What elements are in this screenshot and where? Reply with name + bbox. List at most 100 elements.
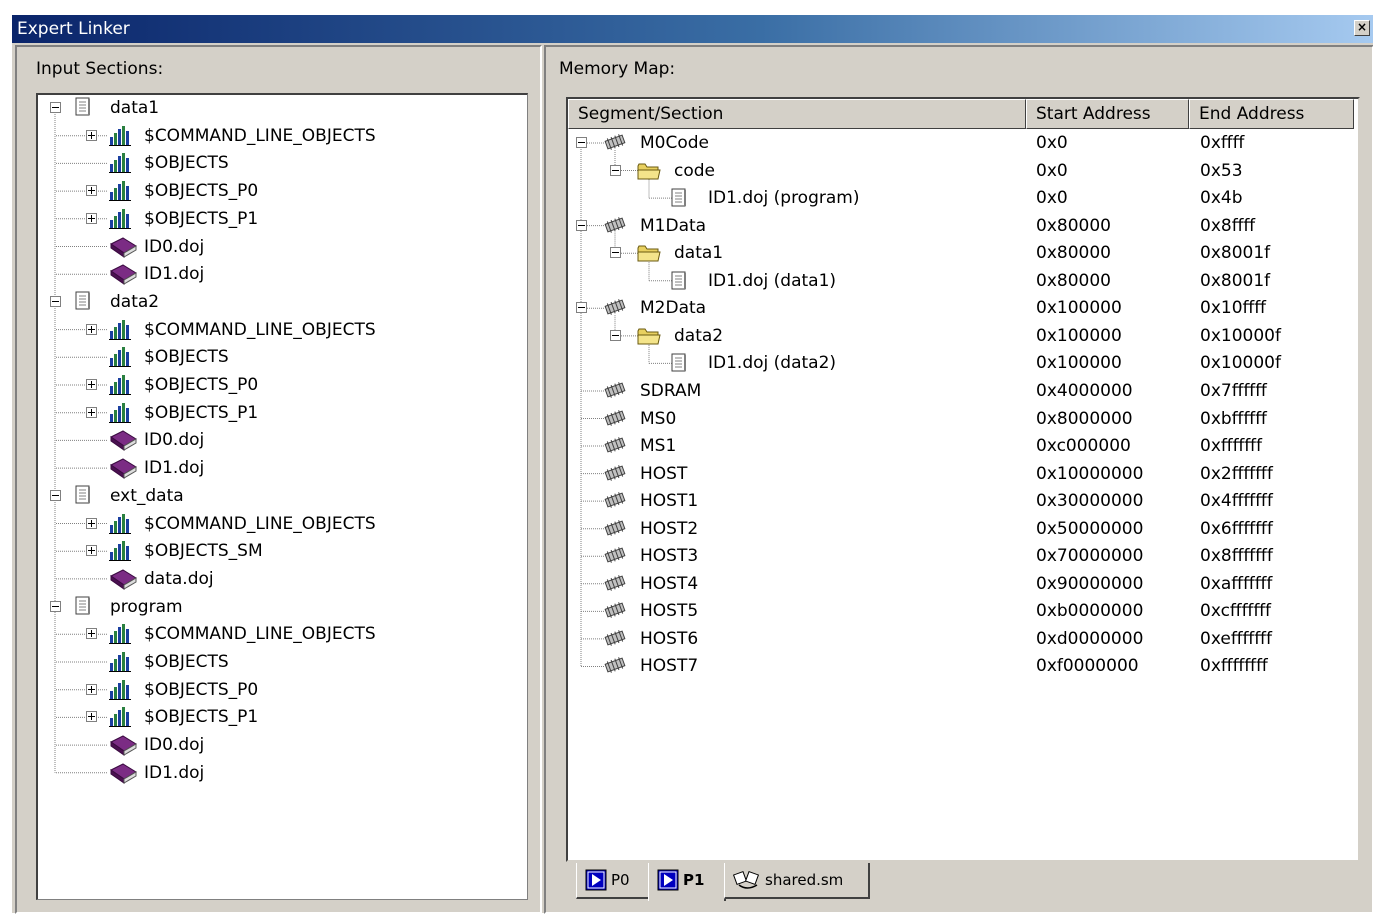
memory-map-row[interactable]: HOST7 0xf0000000 0xffffffff bbox=[568, 655, 1354, 681]
tree-node-label: ID1.doj bbox=[144, 762, 205, 783]
collapse-icon[interactable] bbox=[576, 137, 587, 148]
memory-map-row[interactable]: MS1 0xc000000 0xfffffff bbox=[568, 435, 1354, 461]
title-bar[interactable]: Expert Linker × bbox=[12, 15, 1373, 43]
tree-node-object[interactable]: $OBJECTS_P0 bbox=[38, 180, 518, 206]
tree-node-label: ID0.doj bbox=[144, 430, 205, 451]
memory-map-row[interactable]: ID1.doj (data2) 0x100000 0x10000f bbox=[568, 352, 1354, 378]
tree-node-label: $COMMAND_LINE_OBJECTS bbox=[144, 513, 376, 534]
end-address: 0x8001f bbox=[1200, 270, 1271, 291]
expand-icon[interactable] bbox=[86, 129, 97, 141]
column-header-end-address[interactable]: End Address bbox=[1189, 99, 1354, 129]
expand-icon[interactable] bbox=[86, 545, 97, 557]
column-header-start-address[interactable]: Start Address bbox=[1026, 99, 1189, 129]
memory-map-row[interactable]: HOST2 0x50000000 0x6fffffff bbox=[568, 518, 1354, 544]
memory-map-row[interactable]: HOST3 0x70000000 0x8fffffff bbox=[568, 545, 1354, 571]
tree-node-label: $OBJECTS_P0 bbox=[144, 375, 259, 395]
collapse-icon[interactable] bbox=[610, 329, 621, 341]
tree-node-object[interactable]: $COMMAND_LINE_OBJECTS bbox=[38, 125, 518, 151]
expand-icon[interactable] bbox=[86, 628, 97, 640]
expand-icon[interactable] bbox=[86, 406, 97, 418]
tree-node-section[interactable]: data1 bbox=[38, 97, 518, 123]
memory-map-row[interactable]: MS0 0x8000000 0xbffffff bbox=[568, 408, 1354, 434]
memory-map-row[interactable]: SDRAM 0x4000000 0x7ffffff bbox=[568, 380, 1354, 406]
expand-icon[interactable] bbox=[86, 185, 97, 197]
expand-icon[interactable] bbox=[86, 711, 97, 723]
tab-shared-sm[interactable]: shared.sm bbox=[724, 863, 870, 899]
expand-icon[interactable] bbox=[86, 323, 97, 335]
memory-map-row[interactable]: HOST4 0x90000000 0xafffffff bbox=[568, 573, 1354, 599]
memory-map-row[interactable]: data2 0x100000 0x10000f bbox=[568, 325, 1354, 351]
tree-node-object[interactable]: $OBJECTS bbox=[38, 651, 518, 677]
memory-map-row[interactable]: ID1.doj (data1) 0x80000 0x8001f bbox=[568, 270, 1354, 296]
tree-node-section[interactable]: ext_data bbox=[38, 485, 518, 511]
document-icon bbox=[74, 291, 92, 315]
segment-name: HOST5 bbox=[640, 601, 699, 622]
tree-node-object[interactable]: $OBJECTS_P0 bbox=[38, 374, 518, 400]
tree-node-label: ext_data bbox=[110, 485, 184, 506]
start-address: 0x80000 bbox=[1036, 215, 1111, 236]
tree-node-object[interactable]: ID0.doj bbox=[38, 734, 518, 760]
memory-map-row[interactable]: HOST5 0xb0000000 0xcfffffff bbox=[568, 600, 1354, 626]
memory-chip-icon bbox=[602, 409, 628, 431]
book-icon bbox=[108, 568, 138, 594]
collapse-icon[interactable] bbox=[50, 600, 61, 612]
tree-node-object[interactable]: ID1.doj bbox=[38, 762, 518, 788]
tab-p0[interactable]: P0 bbox=[576, 863, 650, 899]
end-address: 0xfffffff bbox=[1200, 436, 1262, 457]
start-address: 0xd0000000 bbox=[1036, 628, 1144, 649]
memory-map-row[interactable]: code 0x0 0x53 bbox=[568, 160, 1354, 186]
segment-name: ID1.doj (data2) bbox=[708, 353, 837, 374]
collapse-icon[interactable] bbox=[610, 164, 621, 176]
memory-chip-icon bbox=[602, 519, 628, 541]
tree-node-label: $OBJECTS_P1 bbox=[144, 208, 259, 229]
tree-node-object[interactable]: ID0.doj bbox=[38, 429, 518, 455]
tree-node-object[interactable]: data.doj bbox=[38, 568, 518, 594]
tree-node-object[interactable]: $COMMAND_LINE_OBJECTS bbox=[38, 319, 518, 345]
bar-chart-icon bbox=[108, 402, 132, 428]
bar-chart-icon bbox=[108, 540, 132, 566]
memory-map-row[interactable]: M2Data 0x100000 0x10ffff bbox=[568, 297, 1354, 323]
tree-node-object[interactable]: $OBJECTS bbox=[38, 346, 518, 372]
expand-icon[interactable] bbox=[86, 212, 97, 224]
memory-map-row[interactable]: M0Code 0x0 0xffff bbox=[568, 132, 1354, 158]
collapse-icon[interactable] bbox=[610, 247, 621, 259]
tree-node-object[interactable]: ID1.doj bbox=[38, 457, 518, 483]
memory-map-list[interactable]: Segment/Section Start Address End Address … bbox=[566, 97, 1360, 862]
tree-node-section[interactable]: program bbox=[38, 596, 518, 622]
memory-map-row[interactable]: HOST 0x10000000 0x2fffffff bbox=[568, 463, 1354, 489]
bar-chart-icon bbox=[108, 346, 132, 372]
expand-icon[interactable] bbox=[86, 683, 97, 695]
collapse-icon[interactable] bbox=[50, 295, 61, 307]
memory-map-row[interactable]: M1Data 0x80000 0x8ffff bbox=[568, 215, 1354, 241]
tree-node-object[interactable]: $OBJECTS_P1 bbox=[38, 706, 518, 732]
memory-map-row[interactable]: HOST1 0x30000000 0x4fffffff bbox=[568, 490, 1354, 516]
collapse-icon[interactable] bbox=[576, 302, 587, 314]
tree-node-object[interactable]: $COMMAND_LINE_OBJECTS bbox=[38, 623, 518, 649]
tree-node-section[interactable]: data2 bbox=[38, 291, 518, 317]
memory-map-row[interactable]: HOST6 0xd0000000 0xefffffff bbox=[568, 628, 1354, 654]
tree-node-object[interactable]: $OBJECTS_P1 bbox=[38, 208, 518, 234]
memory-map-row[interactable]: data1 0x80000 0x8001f bbox=[568, 242, 1354, 268]
tree-node-label: $OBJECTS_P1 bbox=[144, 402, 259, 423]
tab-p1[interactable]: P1 bbox=[648, 863, 726, 901]
memory-chip-icon bbox=[602, 656, 628, 678]
expand-icon[interactable] bbox=[86, 379, 97, 390]
tree-node-object[interactable]: ID0.doj bbox=[38, 236, 518, 262]
collapse-icon[interactable] bbox=[576, 219, 587, 231]
tree-node-object[interactable]: ID1.doj bbox=[38, 263, 518, 289]
bar-chart-icon bbox=[108, 208, 132, 234]
tree-node-object[interactable]: $COMMAND_LINE_OBJECTS bbox=[38, 513, 518, 539]
tree-node-object[interactable]: $OBJECTS_P1 bbox=[38, 402, 518, 428]
input-sections-tree[interactable]: data1 $COMMAND_LINE_OBJECTS $OBJECTS $OBJEC… bbox=[36, 93, 528, 900]
expand-icon[interactable] bbox=[86, 517, 97, 529]
tree-node-object[interactable]: $OBJECTS_SM bbox=[38, 540, 518, 566]
collapse-icon[interactable] bbox=[50, 102, 61, 113]
close-button[interactable]: × bbox=[1354, 20, 1370, 36]
start-address: 0xf0000000 bbox=[1036, 656, 1139, 677]
memory-map-row[interactable]: ID1.doj (program) 0x0 0x4b bbox=[568, 187, 1354, 213]
tree-node-object[interactable]: $OBJECTS bbox=[38, 152, 518, 178]
tree-node-object[interactable]: $OBJECTS_P0 bbox=[38, 679, 518, 705]
collapse-icon[interactable] bbox=[50, 489, 61, 501]
bar-chart-icon bbox=[108, 651, 132, 677]
column-header-label: End Address bbox=[1199, 104, 1305, 124]
